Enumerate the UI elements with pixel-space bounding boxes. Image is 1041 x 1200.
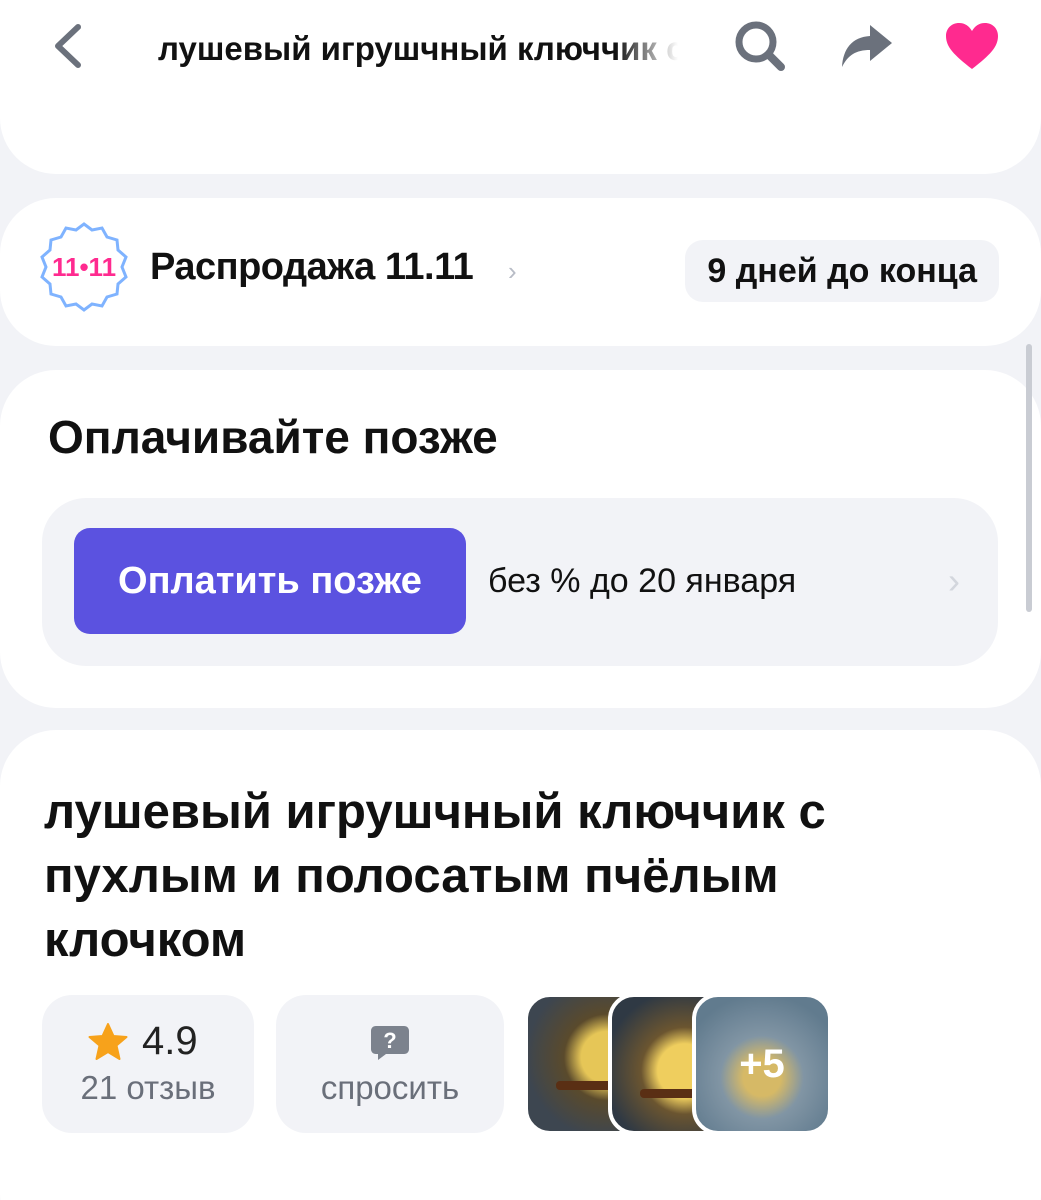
rating-value: 4.9 — [142, 1019, 198, 1063]
sale-banner[interactable]: 11•11 Распродажа 11.11 › 9 дней до конца — [0, 198, 1041, 346]
pay-later-title: Оплачивайте позже — [48, 411, 498, 463]
product-title: лушевый игрушчный ключчик с пухлым и пол… — [44, 785, 826, 967]
more-photos-count: +5 — [739, 1041, 785, 1086]
star-icon — [88, 1022, 128, 1060]
review-photo-more[interactable]: +5 — [692, 993, 832, 1135]
pay-later-terms: без % до 20 января — [488, 562, 797, 600]
sale-badge-text: 11•11 — [52, 252, 116, 282]
review-photos[interactable]: +5 — [524, 993, 844, 1135]
search-icon — [735, 21, 785, 71]
pay-later-card: Оплачивайте позже Оплатить позже без % д… — [0, 370, 1041, 708]
sale-countdown: 9 дней до конца — [685, 240, 999, 302]
header-title: лушевый игрушчный ключчик с пухлым и пол… — [158, 30, 678, 67]
rating-button[interactable]: 4.9 21 отзыв — [42, 995, 254, 1133]
chevron-right-icon: › — [508, 256, 517, 286]
pay-later-button[interactable]: Оплатить позже — [74, 528, 466, 634]
chevron-left-icon — [55, 24, 81, 68]
sale-11-11-badge-icon: 11•11 — [40, 222, 128, 312]
scrollbar[interactable] — [1026, 344, 1032, 612]
ask-label: спросить — [320, 1069, 460, 1106]
share-arrow-icon — [842, 25, 892, 67]
reviews-count: 21 отзыв — [80, 1069, 216, 1106]
ask-question-button[interactable]: ? спросить — [276, 995, 504, 1133]
product-page: лушевый игрушчный ключчик с пухлым и пол… — [0, 0, 1041, 1200]
chevron-right-icon: › — [948, 560, 960, 601]
heart-icon — [946, 23, 998, 69]
product-info-card: лушевый игрушчный ключчик с пухлым и пол… — [0, 730, 1041, 1200]
sale-title: Распродажа 11.11 — [150, 246, 474, 288]
search-button[interactable] — [730, 16, 790, 76]
favorite-button[interactable] — [942, 16, 1002, 76]
back-button[interactable] — [40, 18, 96, 74]
ask-icon-glyph: ? — [383, 1028, 396, 1053]
pay-later-offer[interactable]: Оплатить позже без % до 20 января › — [42, 498, 998, 666]
top-bar: лушевый игрушчный ключчик с пухлым и пол… — [0, 0, 1041, 174]
share-button[interactable] — [836, 16, 896, 76]
question-bubble-icon: ? — [371, 1026, 409, 1060]
